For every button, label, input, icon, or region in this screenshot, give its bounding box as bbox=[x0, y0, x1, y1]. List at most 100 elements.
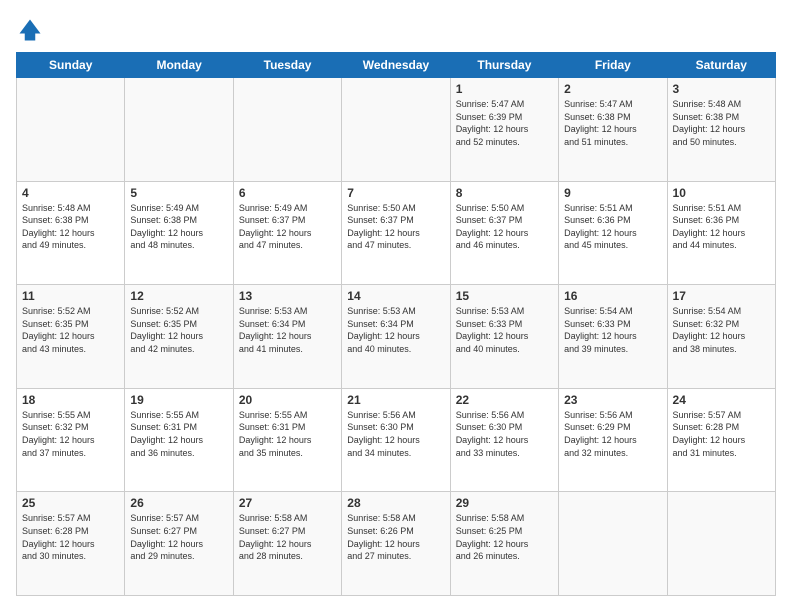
cell-content: Sunrise: 5:53 AM Sunset: 6:33 PM Dayligh… bbox=[456, 305, 553, 355]
calendar-week-5: 25Sunrise: 5:57 AM Sunset: 6:28 PM Dayli… bbox=[17, 492, 776, 596]
logo-icon bbox=[16, 16, 44, 44]
cell-content: Sunrise: 5:51 AM Sunset: 6:36 PM Dayligh… bbox=[564, 202, 661, 252]
day-number: 22 bbox=[456, 393, 553, 407]
day-number: 13 bbox=[239, 289, 336, 303]
day-number: 10 bbox=[673, 186, 770, 200]
calendar-cell: 22Sunrise: 5:56 AM Sunset: 6:30 PM Dayli… bbox=[450, 388, 558, 492]
calendar-cell: 16 Sunrise: 5:54 AM Sunset: 6:33 PM Dayli… bbox=[559, 285, 667, 389]
calendar-cell bbox=[559, 492, 667, 596]
day-header-monday: Monday bbox=[125, 53, 233, 78]
calendar-cell: 12 Sunrise: 5:52 AM Sunset: 6:35 PM Dayli… bbox=[125, 285, 233, 389]
cell-content: Sunrise: 5:53 AM Sunset: 6:34 PM Dayligh… bbox=[347, 305, 444, 355]
cell-content: Sunrise: 5:50 AM Sunset: 6:37 PM Dayligh… bbox=[456, 202, 553, 252]
day-number: 11 bbox=[22, 289, 119, 303]
calendar-week-4: 18 Sunrise: 5:55 AM Sunset: 6:32 PM Dayli… bbox=[17, 388, 776, 492]
day-number: 5 bbox=[130, 186, 227, 200]
day-number: 18 bbox=[22, 393, 119, 407]
calendar-cell: 10 Sunrise: 5:51 AM Sunset: 6:36 PM Dayli… bbox=[667, 181, 775, 285]
calendar-cell: 6 Sunrise: 5:49 AM Sunset: 6:37 PM Daylig… bbox=[233, 181, 341, 285]
header bbox=[16, 16, 776, 44]
calendar-week-3: 11 Sunrise: 5:52 AM Sunset: 6:35 PM Dayli… bbox=[17, 285, 776, 389]
cell-content: Sunrise: 5:57 AM Sunset: 6:27 PM Dayligh… bbox=[130, 512, 227, 562]
day-number: 26 bbox=[130, 496, 227, 510]
calendar-cell: 25Sunrise: 5:57 AM Sunset: 6:28 PM Dayli… bbox=[17, 492, 125, 596]
cell-content: Sunrise: 5:56 AM Sunset: 6:30 PM Dayligh… bbox=[347, 409, 444, 459]
day-number: 6 bbox=[239, 186, 336, 200]
cell-content: Sunrise: 5:55 AM Sunset: 6:31 PM Dayligh… bbox=[239, 409, 336, 459]
day-header-saturday: Saturday bbox=[667, 53, 775, 78]
calendar-cell: 2 Sunrise: 5:47 AM Sunset: 6:38 PM Daylig… bbox=[559, 78, 667, 182]
cell-content: Sunrise: 5:53 AM Sunset: 6:34 PM Dayligh… bbox=[239, 305, 336, 355]
calendar-cell: 17 Sunrise: 5:54 AM Sunset: 6:32 PM Dayli… bbox=[667, 285, 775, 389]
calendar-week-1: 1 Sunrise: 5:47 AM Sunset: 6:39 PM Daylig… bbox=[17, 78, 776, 182]
cell-content: Sunrise: 5:58 AM Sunset: 6:27 PM Dayligh… bbox=[239, 512, 336, 562]
calendar-week-2: 4Sunrise: 5:48 AM Sunset: 6:38 PM Daylig… bbox=[17, 181, 776, 285]
day-number: 19 bbox=[130, 393, 227, 407]
day-number: 2 bbox=[564, 82, 661, 96]
day-number: 8 bbox=[456, 186, 553, 200]
cell-content: Sunrise: 5:48 AM Sunset: 6:38 PM Dayligh… bbox=[22, 202, 119, 252]
calendar-cell bbox=[233, 78, 341, 182]
day-number: 3 bbox=[673, 82, 770, 96]
calendar-cell: 5Sunrise: 5:49 AM Sunset: 6:38 PM Daylig… bbox=[125, 181, 233, 285]
day-number: 1 bbox=[456, 82, 553, 96]
cell-content: Sunrise: 5:54 AM Sunset: 6:33 PM Dayligh… bbox=[564, 305, 661, 355]
cell-content: Sunrise: 5:51 AM Sunset: 6:36 PM Dayligh… bbox=[673, 202, 770, 252]
calendar-cell: 20 Sunrise: 5:55 AM Sunset: 6:31 PM Dayli… bbox=[233, 388, 341, 492]
calendar-cell: 11 Sunrise: 5:52 AM Sunset: 6:35 PM Dayli… bbox=[17, 285, 125, 389]
logo bbox=[16, 16, 48, 44]
cell-content: Sunrise: 5:49 AM Sunset: 6:37 PM Dayligh… bbox=[239, 202, 336, 252]
calendar-table: SundayMondayTuesdayWednesdayThursdayFrid… bbox=[16, 52, 776, 596]
calendar-cell: 4Sunrise: 5:48 AM Sunset: 6:38 PM Daylig… bbox=[17, 181, 125, 285]
calendar-cell: 13 Sunrise: 5:53 AM Sunset: 6:34 PM Dayli… bbox=[233, 285, 341, 389]
day-number: 28 bbox=[347, 496, 444, 510]
calendar-cell: 15 Sunrise: 5:53 AM Sunset: 6:33 PM Dayli… bbox=[450, 285, 558, 389]
day-number: 23 bbox=[564, 393, 661, 407]
day-header-sunday: Sunday bbox=[17, 53, 125, 78]
cell-content: Sunrise: 5:52 AM Sunset: 6:35 PM Dayligh… bbox=[130, 305, 227, 355]
day-number: 9 bbox=[564, 186, 661, 200]
day-number: 29 bbox=[456, 496, 553, 510]
day-number: 15 bbox=[456, 289, 553, 303]
day-header-wednesday: Wednesday bbox=[342, 53, 450, 78]
cell-content: Sunrise: 5:47 AM Sunset: 6:38 PM Dayligh… bbox=[564, 98, 661, 148]
cell-content: Sunrise: 5:47 AM Sunset: 6:39 PM Dayligh… bbox=[456, 98, 553, 148]
cell-content: Sunrise: 5:55 AM Sunset: 6:32 PM Dayligh… bbox=[22, 409, 119, 459]
day-number: 16 bbox=[564, 289, 661, 303]
day-number: 27 bbox=[239, 496, 336, 510]
cell-content: Sunrise: 5:58 AM Sunset: 6:26 PM Dayligh… bbox=[347, 512, 444, 562]
calendar-cell: 21 Sunrise: 5:56 AM Sunset: 6:30 PM Dayli… bbox=[342, 388, 450, 492]
calendar-cell: 8 Sunrise: 5:50 AM Sunset: 6:37 PM Daylig… bbox=[450, 181, 558, 285]
day-header-tuesday: Tuesday bbox=[233, 53, 341, 78]
calendar-cell: 24 Sunrise: 5:57 AM Sunset: 6:28 PM Dayli… bbox=[667, 388, 775, 492]
cell-content: Sunrise: 5:50 AM Sunset: 6:37 PM Dayligh… bbox=[347, 202, 444, 252]
day-number: 20 bbox=[239, 393, 336, 407]
calendar-cell: 14Sunrise: 5:53 AM Sunset: 6:34 PM Dayli… bbox=[342, 285, 450, 389]
day-number: 17 bbox=[673, 289, 770, 303]
day-number: 21 bbox=[347, 393, 444, 407]
day-number: 12 bbox=[130, 289, 227, 303]
calendar-cell bbox=[342, 78, 450, 182]
calendar-header-row: SundayMondayTuesdayWednesdayThursdayFrid… bbox=[17, 53, 776, 78]
page: SundayMondayTuesdayWednesdayThursdayFrid… bbox=[0, 0, 792, 612]
calendar-cell: 3Sunrise: 5:48 AM Sunset: 6:38 PM Daylig… bbox=[667, 78, 775, 182]
cell-content: Sunrise: 5:56 AM Sunset: 6:29 PM Dayligh… bbox=[564, 409, 661, 459]
cell-content: Sunrise: 5:54 AM Sunset: 6:32 PM Dayligh… bbox=[673, 305, 770, 355]
cell-content: Sunrise: 5:52 AM Sunset: 6:35 PM Dayligh… bbox=[22, 305, 119, 355]
day-number: 24 bbox=[673, 393, 770, 407]
calendar-cell: 28 Sunrise: 5:58 AM Sunset: 6:26 PM Dayli… bbox=[342, 492, 450, 596]
calendar-cell: 29 Sunrise: 5:58 AM Sunset: 6:25 PM Dayli… bbox=[450, 492, 558, 596]
calendar-cell: 26 Sunrise: 5:57 AM Sunset: 6:27 PM Dayli… bbox=[125, 492, 233, 596]
day-header-thursday: Thursday bbox=[450, 53, 558, 78]
calendar-cell: 9 Sunrise: 5:51 AM Sunset: 6:36 PM Daylig… bbox=[559, 181, 667, 285]
cell-content: Sunrise: 5:57 AM Sunset: 6:28 PM Dayligh… bbox=[673, 409, 770, 459]
cell-content: Sunrise: 5:58 AM Sunset: 6:25 PM Dayligh… bbox=[456, 512, 553, 562]
calendar-cell: 27 Sunrise: 5:58 AM Sunset: 6:27 PM Dayli… bbox=[233, 492, 341, 596]
calendar-cell bbox=[667, 492, 775, 596]
calendar-cell bbox=[17, 78, 125, 182]
cell-content: Sunrise: 5:55 AM Sunset: 6:31 PM Dayligh… bbox=[130, 409, 227, 459]
calendar-cell: 19 Sunrise: 5:55 AM Sunset: 6:31 PM Dayli… bbox=[125, 388, 233, 492]
calendar-cell bbox=[125, 78, 233, 182]
calendar-cell: 7Sunrise: 5:50 AM Sunset: 6:37 PM Daylig… bbox=[342, 181, 450, 285]
cell-content: Sunrise: 5:57 AM Sunset: 6:28 PM Dayligh… bbox=[22, 512, 119, 562]
